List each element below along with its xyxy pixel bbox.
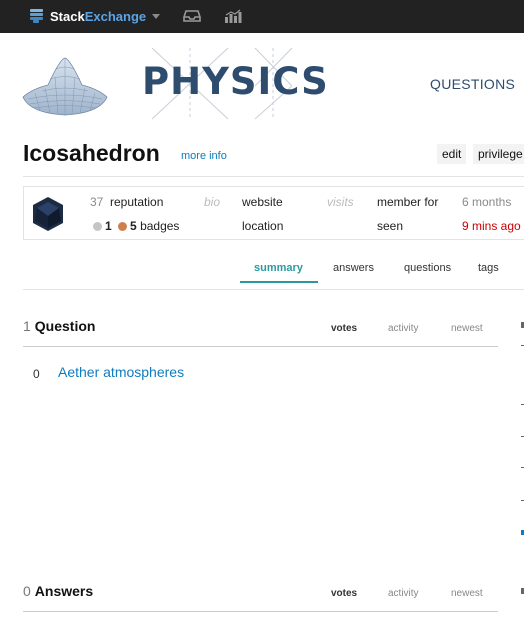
member-for-label: member for [377, 195, 439, 209]
tab-summary[interactable]: summary [254, 262, 303, 274]
questions-count: 1 [23, 318, 31, 334]
stackexchange-menu[interactable]: Stack Exchange [30, 7, 161, 25]
badges-summary[interactable]: 1 5 badges [93, 219, 179, 233]
site-header: PHYSICS QUESTIONS [0, 33, 524, 133]
user-info-card: 37 reputation 1 5 badges bio website loc… [23, 186, 524, 240]
divider [23, 611, 498, 612]
divider [23, 346, 498, 347]
question-vote-count: 0 [33, 367, 40, 381]
edit-profile-button[interactable]: edit [437, 144, 467, 164]
tab-answers[interactable]: answers [333, 262, 374, 274]
divider [23, 176, 524, 177]
question-link[interactable]: Aether atmospheres [58, 364, 184, 380]
divider [23, 289, 524, 290]
member-for-value: 6 months [462, 195, 512, 209]
top-bar: Stack Exchange [0, 0, 524, 33]
answers-sort-activity[interactable]: activity [388, 588, 419, 599]
answers-count: 0 [23, 583, 31, 599]
location-label: location [242, 219, 284, 233]
tab-questions[interactable]: questions [404, 262, 451, 274]
badges-label: badges [140, 219, 180, 233]
privileges-button[interactable]: privilege [473, 144, 524, 164]
silver-badge-icon [93, 222, 102, 231]
bio-label: bio [204, 195, 221, 209]
inbox-icon[interactable] [183, 9, 201, 23]
brand-exchange: Exchange [84, 8, 147, 24]
questions-heading: 1 Question [23, 318, 95, 334]
reputation-label: reputation [110, 195, 164, 209]
bronze-badge-count: 5 [130, 219, 137, 233]
avatar[interactable] [30, 196, 66, 232]
questions-sort-activity[interactable]: activity [388, 323, 419, 334]
stackexchange-icon [30, 9, 43, 23]
answers-heading: 0 Answers [23, 583, 93, 599]
questions-title: Question [34, 318, 96, 334]
seen-value: 9 mins ago [462, 219, 521, 233]
answers-sort-newest[interactable]: newest [451, 588, 483, 599]
achievements-icon[interactable] [224, 9, 242, 23]
website-label: website [242, 195, 283, 209]
bronze-badge-icon [118, 222, 128, 231]
tab-active-indicator [240, 281, 318, 283]
chevron-down-icon [152, 13, 161, 19]
answers-sort-votes[interactable]: votes [331, 588, 357, 599]
more-info-link[interactable]: more info [181, 150, 227, 162]
brand-stack: Stack [50, 8, 85, 24]
silver-badge-count: 1 [105, 219, 112, 233]
visits-label: visits [327, 195, 354, 209]
site-name[interactable]: PHYSICS [142, 60, 329, 103]
questions-sort-newest[interactable]: newest [451, 323, 483, 334]
nav-questions[interactable]: QUESTIONS [430, 76, 515, 92]
user-display-name: Icosahedron [23, 140, 160, 166]
tab-tags[interactable]: tags [478, 262, 499, 274]
site-logo-mesh[interactable] [20, 55, 110, 117]
answers-title: Answers [34, 583, 94, 599]
reputation-value: 37 [90, 195, 104, 209]
seen-label: seen [377, 219, 404, 233]
questions-sort-votes[interactable]: votes [331, 323, 357, 334]
